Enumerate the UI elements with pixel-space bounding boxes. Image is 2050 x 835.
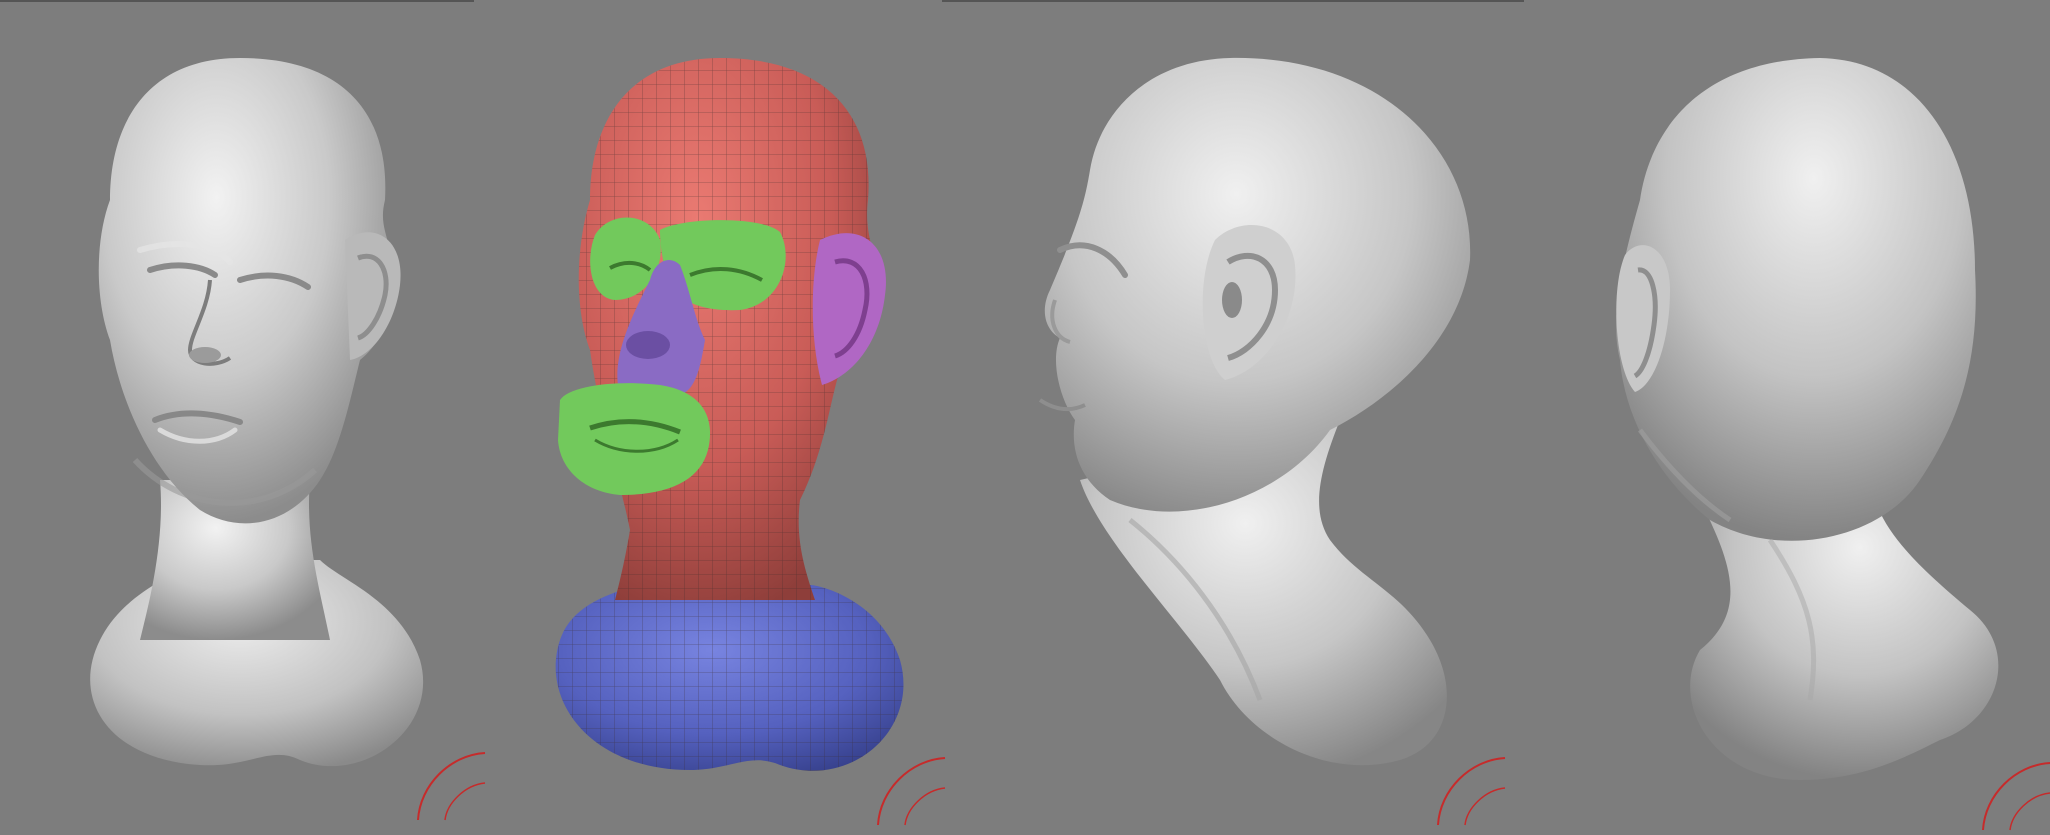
- view-side-profile[interactable]: [1000, 0, 1506, 826]
- view-rear-three-quarter[interactable]: [1580, 0, 2050, 831]
- axis-gizmo-icon[interactable]: [1430, 750, 1510, 830]
- axis-gizmo-icon[interactable]: [1975, 755, 2050, 835]
- sculpt-head-front: [90, 58, 424, 767]
- view-polygroups[interactable]: [530, 0, 946, 826]
- axis-gizmo-icon[interactable]: [870, 750, 950, 830]
- viewport-canvas[interactable]: [0, 0, 2050, 831]
- sculpt-head-rear: [1616, 58, 1999, 780]
- sculpt-head-side: [1038, 57, 1471, 766]
- axis-gizmo-icon[interactable]: [410, 745, 490, 825]
- polygroup-head: [555, 58, 904, 771]
- view-front-three-quarter[interactable]: [40, 0, 486, 821]
